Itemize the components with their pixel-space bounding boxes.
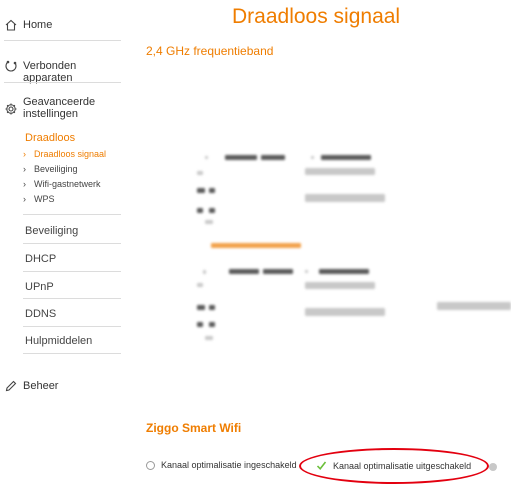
divider	[23, 298, 121, 299]
nav-manage[interactable]: Beheer	[4, 380, 58, 393]
radio-channel-optimization-off[interactable]: Kanaal optimalisatie uitgeschakeld	[316, 460, 471, 471]
sidebar-item-dhcp[interactable]: DHCP	[25, 253, 56, 265]
sidebar-section-wireless[interactable]: Draadloos	[25, 132, 75, 144]
divider	[23, 214, 121, 215]
divider	[23, 353, 121, 354]
nav-connected-devices[interactable]: Verbonden apparaten	[4, 60, 125, 84]
devices-icon	[4, 59, 18, 73]
divider	[23, 243, 121, 244]
sidebar-item-ddns[interactable]: DDNS	[25, 308, 56, 320]
checkmark-icon	[316, 460, 327, 471]
sidebar-item-guest-network[interactable]: › Wifi-gastnetwerk	[23, 179, 101, 189]
chevron-right-icon: ›	[23, 194, 26, 204]
sidebar-item-label: Wifi-gastnetwerk	[34, 179, 101, 189]
nav-home-label: Home	[23, 19, 53, 31]
sidebar-item-tools[interactable]: Hulpmiddelen	[25, 335, 92, 347]
gear-icon	[4, 102, 18, 116]
chevron-right-icon: ›	[23, 164, 26, 174]
divider	[4, 82, 121, 83]
chevron-right-icon: ›	[23, 179, 26, 189]
radio-label: Kanaal optimalisatie ingeschakeld	[161, 460, 297, 470]
divider	[23, 271, 121, 272]
nav-home[interactable]: Home	[4, 19, 52, 32]
divider	[4, 40, 121, 41]
radio-unselected-icon	[146, 460, 155, 470]
sidebar-item-wps[interactable]: › WPS	[23, 194, 55, 204]
radio-channel-optimization-on[interactable]: Kanaal optimalisatie ingeschakeld	[146, 460, 297, 470]
chevron-right-icon: ›	[23, 149, 26, 159]
sidebar-item-upnp[interactable]: UPnP	[25, 281, 54, 293]
band-title: 2,4 GHz frequentieband	[146, 44, 274, 58]
toggle-indicator	[489, 463, 497, 471]
radio-label: Kanaal optimalisatie uitgeschakeld	[333, 460, 472, 471]
sidebar: Home Verbonden apparaten Geavanceerde in…	[0, 0, 125, 493]
sidebar-item-security-wireless[interactable]: › Beveiliging	[23, 164, 78, 174]
nav-advanced-settings-label: Geavanceerde instellingen	[23, 96, 96, 120]
sidebar-item-wireless-signal[interactable]: › Draadloos signaal	[23, 149, 106, 159]
home-icon	[4, 18, 18, 32]
page-title: Draadloos signaal	[232, 5, 401, 28]
sidebar-item-security[interactable]: Beveiliging	[25, 225, 78, 237]
nav-manage-label: Beheer	[23, 380, 59, 392]
pencil-icon	[4, 379, 18, 393]
blurred-settings-area	[185, 140, 511, 345]
sidebar-item-label: WPS	[34, 194, 55, 204]
sidebar-item-label: Beveiliging	[34, 164, 78, 174]
sidebar-item-label: Draadloos signaal	[34, 149, 107, 159]
nav-advanced-settings[interactable]: Geavanceerde instellingen	[4, 96, 95, 120]
divider	[23, 326, 121, 327]
smart-wifi-title: Ziggo Smart Wifi	[146, 421, 242, 435]
nav-connected-devices-label: Verbonden apparaten	[23, 60, 77, 84]
